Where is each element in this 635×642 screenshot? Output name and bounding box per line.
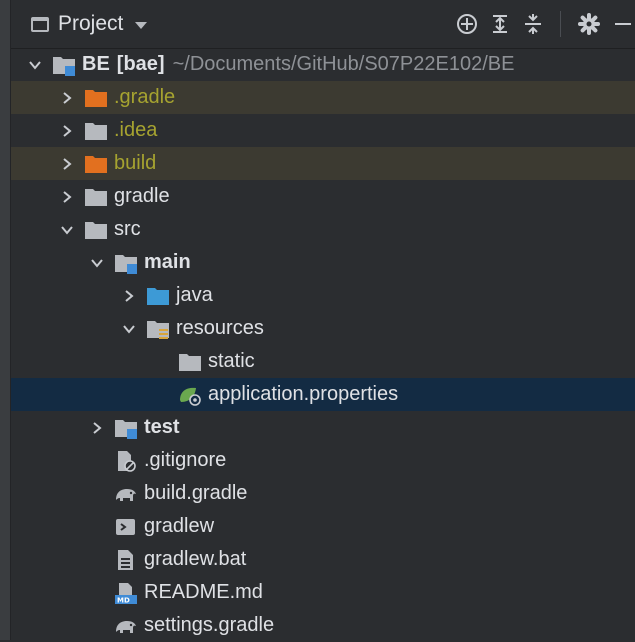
tool-window-header: Project — [11, 0, 635, 49]
ignore-file-icon — [114, 450, 138, 472]
chevron-down-icon[interactable] — [57, 220, 77, 240]
source-folder-icon — [146, 285, 170, 307]
tree-row-application-properties[interactable]: application.properties — [11, 378, 635, 411]
tree-row-resources[interactable]: resources — [11, 312, 635, 345]
chevron-down-icon[interactable] — [25, 55, 45, 75]
folder-icon — [84, 186, 108, 208]
text-file-icon — [114, 549, 138, 571]
file-label: settings.gradle — [144, 614, 275, 636]
tree-row-root[interactable]: BE [bae] ~/Documents/GitHub/S07P22E102/B… — [11, 48, 635, 81]
chevron-right-icon[interactable] — [57, 187, 77, 207]
tree-row-settings-gradle[interactable]: settings.gradle — [11, 609, 635, 642]
chevron-down-icon[interactable] — [119, 319, 139, 339]
tool-window-title: Project — [58, 12, 124, 35]
file-label: gradlew.bat — [144, 548, 247, 570]
project-view-selector[interactable]: Project — [31, 12, 148, 36]
tree-row-main[interactable]: main — [11, 246, 635, 279]
file-label: gradlew — [144, 515, 215, 537]
folder-label: resources — [176, 317, 264, 339]
file-label: README.md — [144, 581, 263, 603]
project-tree: BE [bae] ~/Documents/GitHub/S07P22E102/B… — [11, 48, 635, 642]
tree-row-gitignore[interactable]: .gitignore — [11, 444, 635, 477]
tree-row-build[interactable]: build — [11, 147, 635, 180]
tree-row-src[interactable]: src — [11, 213, 635, 246]
file-label: build.gradle — [144, 482, 248, 504]
project-window-icon — [31, 16, 49, 32]
folder-label: test — [144, 416, 180, 438]
folder-label: build — [114, 152, 157, 174]
minimize-icon — [615, 23, 631, 25]
folder-label: main — [144, 251, 191, 273]
tree-row-test[interactable]: test — [11, 411, 635, 444]
folder-label: gradle — [114, 185, 170, 207]
options-button[interactable] — [576, 11, 602, 37]
module-folder-icon — [52, 54, 76, 76]
folder-label: .gradle — [114, 86, 176, 108]
folder-icon — [178, 351, 202, 373]
left-tool-strip — [0, 0, 11, 640]
folder-icon — [84, 219, 108, 241]
excluded-folder-icon — [84, 153, 108, 175]
select-opened-file-button[interactable] — [454, 11, 480, 37]
module-folder-icon — [114, 417, 138, 439]
folder-icon — [84, 120, 108, 142]
tree-row-gradlew[interactable]: gradlew — [11, 510, 635, 543]
tree-row-static[interactable]: static — [11, 345, 635, 378]
chevron-right-icon[interactable] — [87, 418, 107, 438]
excluded-folder-icon — [84, 87, 108, 109]
tree-row-build-gradle[interactable]: build.gradle — [11, 477, 635, 510]
tree-row-gradle[interactable]: gradle — [11, 180, 635, 213]
hide-button[interactable] — [609, 11, 635, 37]
folder-label: .idea — [114, 119, 158, 141]
expand-all-icon — [493, 15, 507, 33]
header-toolbar — [447, 0, 635, 48]
toolbar-separator — [560, 11, 561, 37]
terminal-script-icon — [114, 516, 138, 538]
root-path: ~/Documents/GitHub/S07P22E102/BE — [172, 53, 515, 75]
file-label: application.properties — [208, 383, 399, 405]
chevron-right-icon[interactable] — [57, 88, 77, 108]
tree-row-java[interactable]: java — [11, 279, 635, 312]
resources-folder-icon — [146, 318, 170, 340]
module-folder-icon — [114, 252, 138, 274]
expand-all-button[interactable] — [487, 11, 513, 37]
tree-row-gradlew-bat[interactable]: gradlew.bat — [11, 543, 635, 576]
file-label: .gitignore — [144, 449, 227, 471]
gear-icon — [578, 13, 600, 35]
folder-label: src — [114, 218, 141, 240]
tree-row-gradle-hidden[interactable]: .gradle — [11, 81, 635, 114]
chevron-right-icon[interactable] — [119, 286, 139, 306]
gradle-elephant-icon — [114, 483, 138, 505]
project-tool-window: Project BE [bae] ~/Documents/GitHub/S07P… — [11, 0, 635, 640]
collapse-all-button[interactable] — [520, 11, 546, 37]
folder-label: java — [176, 284, 213, 306]
chevron-down-icon — [135, 21, 148, 29]
chevron-right-icon[interactable] — [57, 154, 77, 174]
spring-leaf-icon — [178, 384, 202, 406]
root-module-name: [bae] — [116, 53, 165, 75]
folder-label: static — [208, 350, 255, 372]
gradle-elephant-icon — [114, 615, 138, 637]
chevron-down-icon[interactable] — [87, 253, 107, 273]
tree-row-idea[interactable]: .idea — [11, 114, 635, 147]
root-name: BE — [82, 53, 110, 75]
crosshair-icon — [457, 14, 477, 34]
collapse-all-icon — [525, 14, 541, 34]
svg-text:MD: MD — [117, 596, 130, 604]
chevron-right-icon[interactable] — [57, 121, 77, 141]
markdown-file-icon: MD — [114, 582, 138, 604]
tree-row-readme[interactable]: MD README.md — [11, 576, 635, 609]
